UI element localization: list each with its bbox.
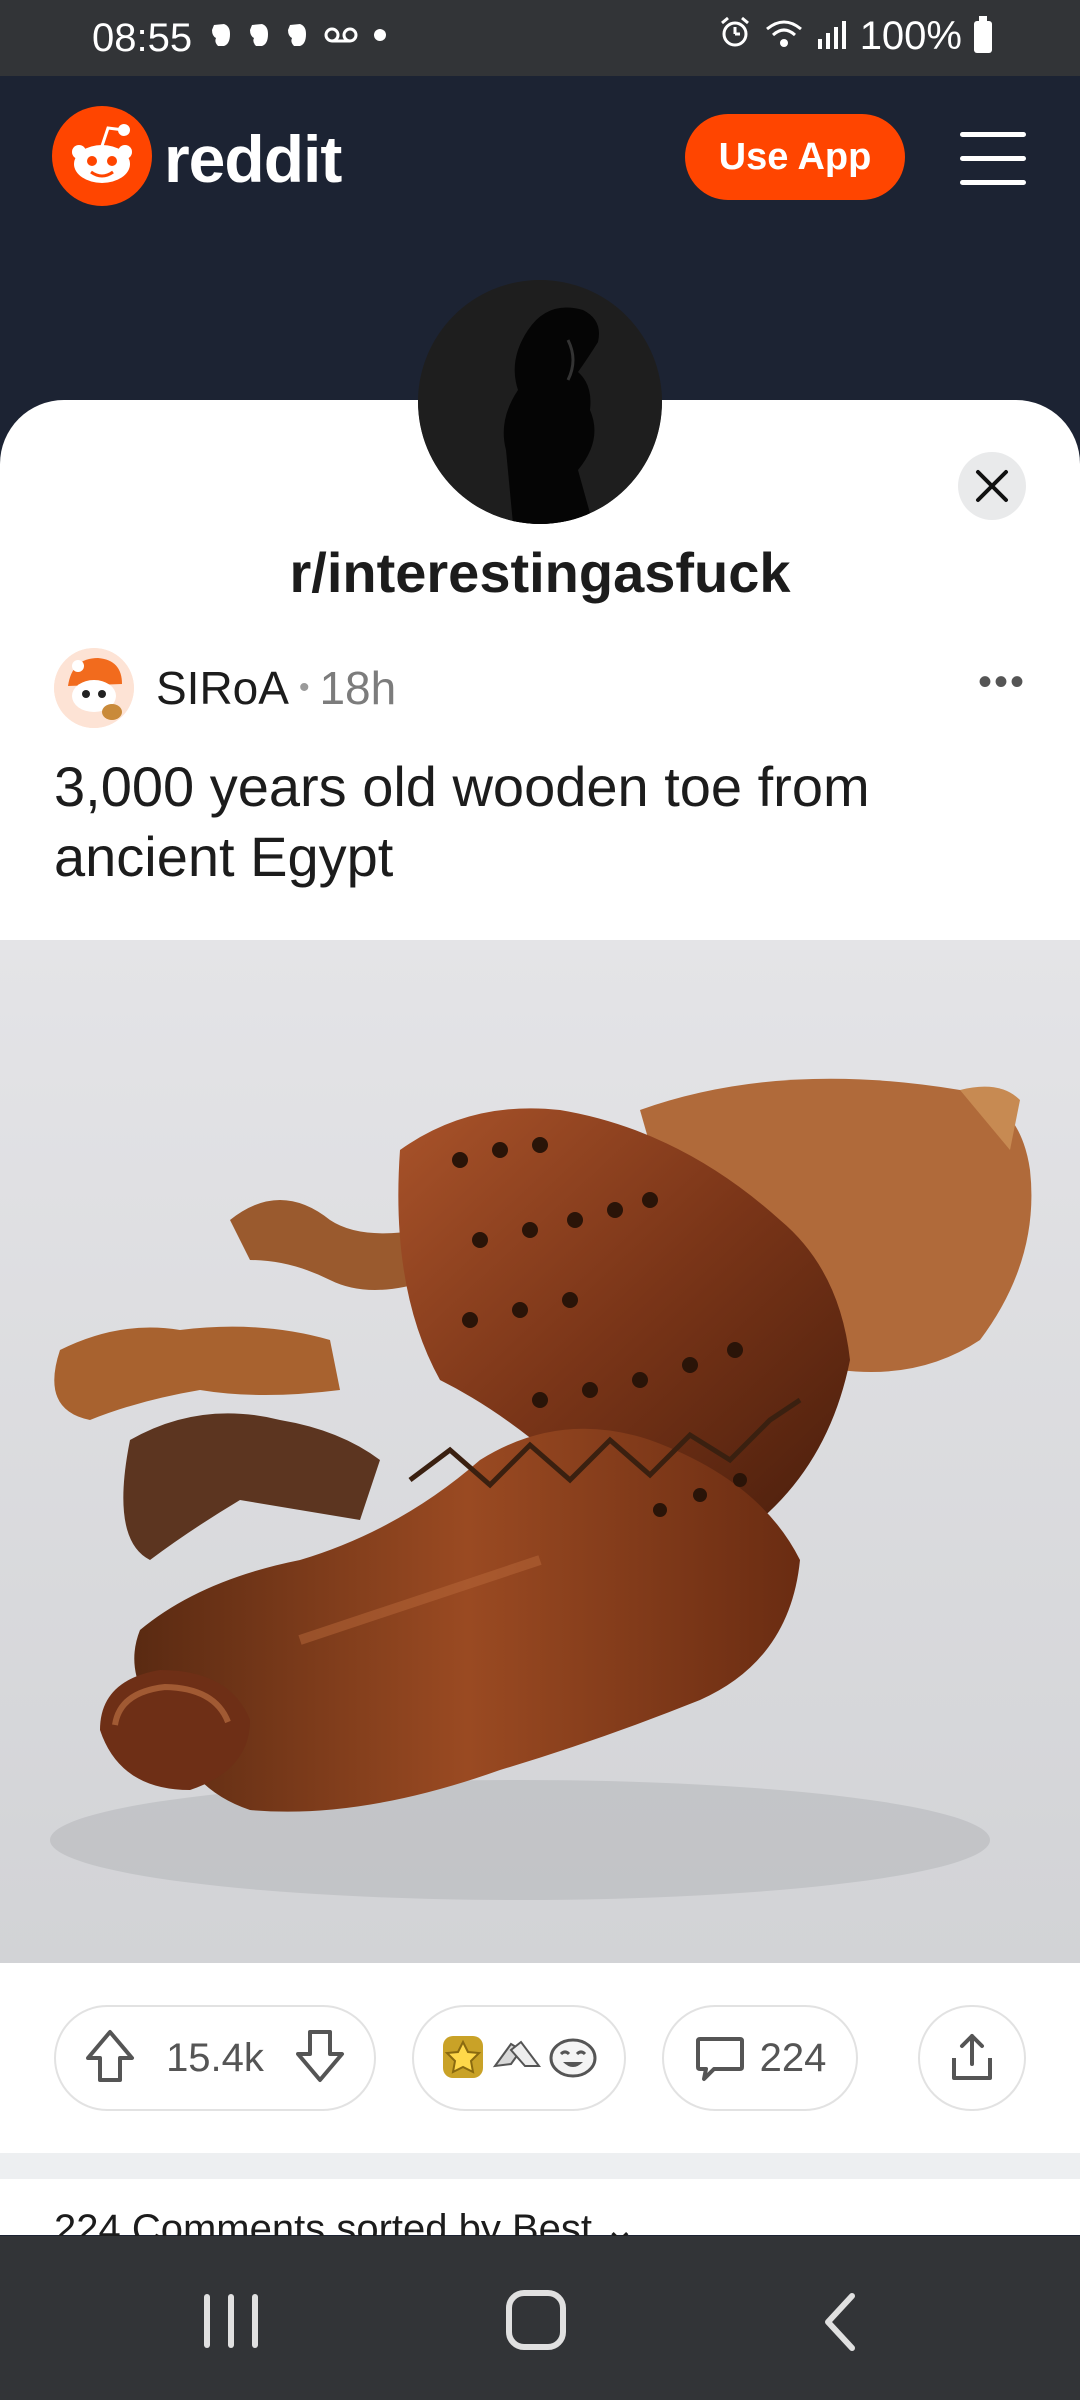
battery-text: 100% [859, 14, 962, 58]
downvote-icon [295, 2029, 344, 2082]
notification-icons [210, 22, 388, 53]
back-icon[interactable] [820, 2292, 860, 2357]
handshake-award-icon [491, 2030, 543, 2087]
signal-icon [816, 14, 848, 59]
battery-icon [974, 15, 992, 53]
downvote-button[interactable] [294, 2028, 346, 2089]
author-name[interactable]: SIRoA [156, 661, 289, 715]
home-icon[interactable] [506, 2290, 566, 2350]
status-bar: 08:55 100% [0, 0, 1080, 76]
use-app-button[interactable]: Use App [685, 114, 905, 200]
hamburger-icon[interactable] [960, 128, 1026, 188]
close-icon [976, 470, 1008, 502]
post-title[interactable]: 3,000 years old wooden toe from ancient … [54, 752, 1034, 892]
subreddit-name[interactable]: r/interestingasfuck [0, 540, 1080, 605]
snoo-icon [52, 106, 152, 211]
reddit-logo[interactable]: reddit [52, 106, 342, 211]
wifi-icon [764, 14, 804, 59]
evernote-icon [286, 22, 310, 53]
section-divider [0, 2153, 1080, 2179]
voicemail-icon [324, 25, 358, 50]
gold-award-icon [439, 2030, 487, 2087]
share-icon [952, 2034, 992, 2080]
evernote-icon [248, 22, 272, 53]
close-button[interactable] [958, 452, 1026, 520]
alarm-icon [718, 14, 752, 59]
post-age: 18h [319, 662, 397, 714]
share-button[interactable] [918, 2005, 1026, 2111]
post-meta: SIRoA • 18h [54, 648, 396, 728]
dot-icon [372, 27, 388, 48]
comments-button[interactable]: 224 [662, 2005, 858, 2111]
laughing-award-icon [547, 2030, 599, 2087]
author-avatar[interactable] [54, 648, 134, 728]
more-options-button[interactable]: ••• [978, 660, 1026, 705]
post-actions: 15.4k 224 [0, 1963, 1080, 2153]
evernote-icon [210, 22, 234, 53]
recent-apps-icon[interactable] [204, 2294, 258, 2348]
subreddit-avatar[interactable] [418, 280, 662, 524]
reddit-wordmark: reddit [164, 121, 342, 196]
meta-separator: • [298, 671, 310, 704]
post-image[interactable] [0, 940, 1080, 1963]
reddit-header: reddit Use App [0, 76, 1080, 236]
upvote-button[interactable] [84, 2028, 136, 2089]
awards-button[interactable] [412, 2005, 626, 2111]
upvote-icon [86, 2029, 134, 2082]
status-time: 08:55 [92, 16, 193, 60]
comment-icon [695, 2037, 744, 2081]
upvote-count: 15.4k [166, 2035, 264, 2080]
vote-control: 15.4k [54, 2005, 376, 2111]
system-nav-bar [0, 2236, 1080, 2400]
comment-count: 224 [759, 2035, 827, 2080]
